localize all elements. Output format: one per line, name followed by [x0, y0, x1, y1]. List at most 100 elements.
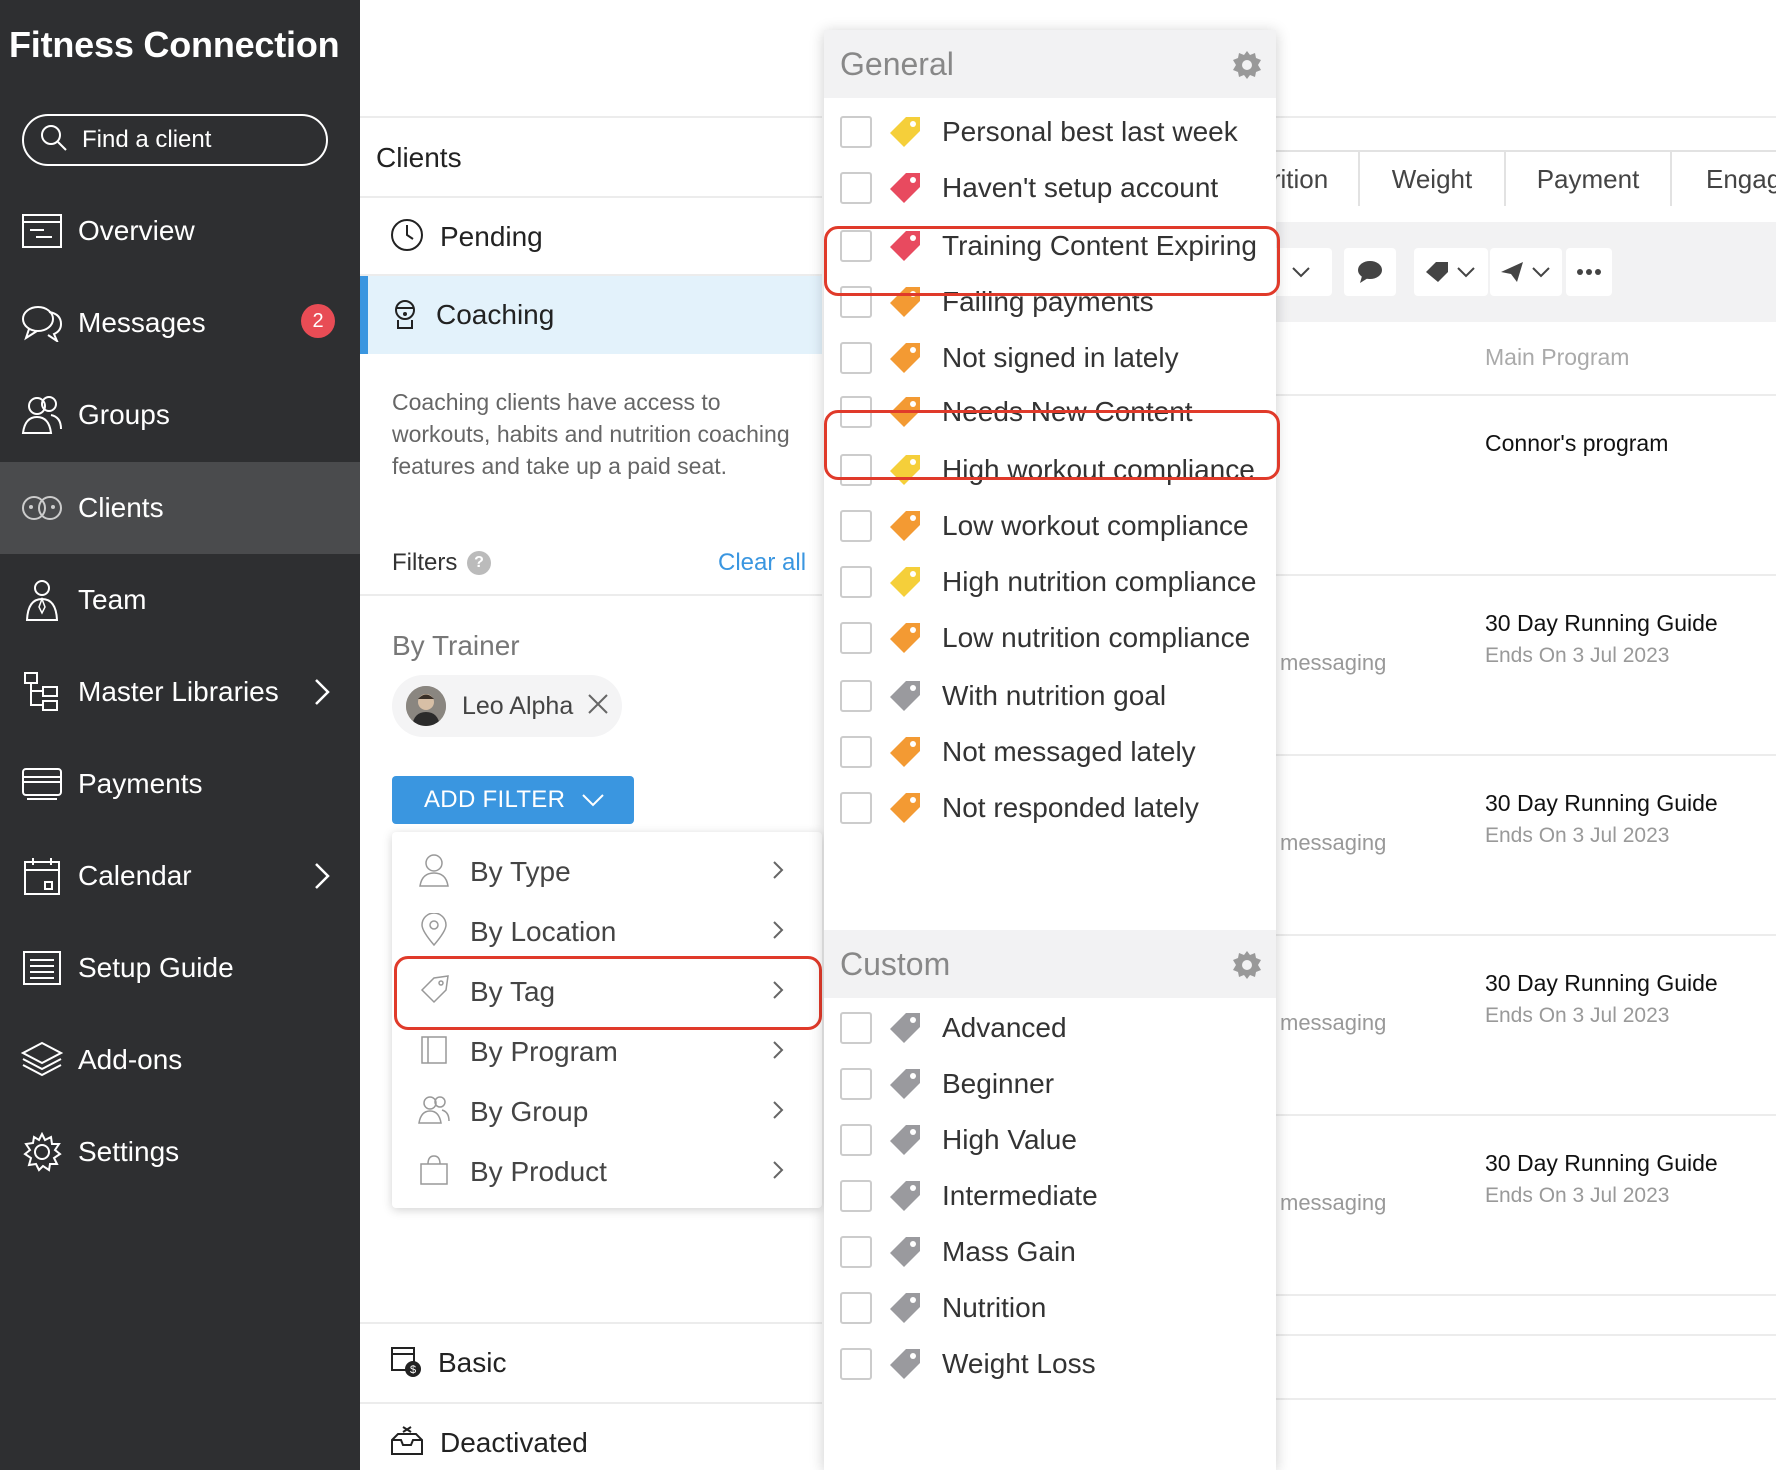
tag-checkbox[interactable] [840, 1348, 872, 1380]
help-icon[interactable]: ? [467, 551, 491, 575]
row-program: 30 Day Running Guide [1485, 610, 1718, 636]
status-pending[interactable]: Pending [360, 198, 822, 276]
tag-checkbox[interactable] [840, 1124, 872, 1156]
paper-plane-icon [1501, 262, 1550, 282]
tag-option-with-nutrition-goal[interactable]: With nutrition goal [824, 664, 1276, 728]
tag-option-low-workout-compliance[interactable]: Low workout compliance [824, 494, 1276, 558]
tag-option-not-messaged-lately[interactable]: Not messaged lately [824, 720, 1276, 784]
tag-checkbox[interactable] [840, 116, 872, 148]
nav-master-libraries[interactable]: Master Libraries [0, 646, 360, 738]
filter-by-group-label: By Group [470, 1096, 589, 1127]
status-coaching[interactable]: Coaching [360, 276, 822, 354]
chevron-right-icon [772, 860, 784, 885]
nav-setup-guide[interactable]: Setup Guide [0, 922, 360, 1014]
tag-option-haven-t-setup-account[interactable]: Haven't setup account [824, 156, 1276, 220]
tag-icon [888, 679, 922, 713]
tag-label: Beginner [942, 1068, 1055, 1099]
nav-groups[interactable]: Groups [0, 369, 360, 461]
tag-option-high-nutrition-compliance[interactable]: High nutrition compliance [824, 550, 1276, 614]
tag-option-advanced[interactable]: Advanced [824, 996, 1276, 1060]
chevron-right-icon [772, 1040, 784, 1065]
tag-option-intermediate[interactable]: Intermediate [824, 1164, 1276, 1228]
tab-weight[interactable]: Weight [1358, 150, 1506, 206]
tag-checkbox[interactable] [840, 510, 872, 542]
tag-icon [888, 115, 922, 149]
nav-addons[interactable]: Add-ons [0, 1014, 360, 1106]
tab-payment[interactable]: Payment [1504, 150, 1672, 206]
status-basic[interactable]: $ Basic [360, 1324, 822, 1402]
chat-bubble-icon [1358, 261, 1382, 283]
add-filter-button[interactable]: ADD FILTER [392, 776, 634, 824]
tag-option-nutrition[interactable]: Nutrition [824, 1276, 1276, 1340]
divider [360, 594, 822, 596]
messages-badge: 2 [301, 304, 335, 338]
filter-by-type-label: By Type [470, 856, 571, 887]
message-button[interactable] [1344, 248, 1396, 296]
divider [1270, 574, 1776, 576]
nav-overview[interactable]: Overview [0, 185, 360, 277]
gear-icon[interactable] [1232, 950, 1262, 985]
divider [1270, 1114, 1776, 1116]
find-client-search[interactable]: Find a client [22, 114, 328, 166]
close-icon[interactable] [587, 693, 609, 720]
tag-option-beginner[interactable]: Beginner [824, 1052, 1276, 1116]
tag-icon [888, 1235, 922, 1269]
clear-all-link[interactable]: Clear all [718, 549, 806, 577]
tag-icon [888, 791, 922, 825]
nav-team[interactable]: Team [0, 554, 360, 646]
filter-by-location[interactable]: By Location [392, 902, 822, 962]
filter-by-program[interactable]: By Program [392, 1022, 822, 1082]
row-end-date: Ends On 3 Jul 2023 [1485, 824, 1670, 847]
row-status: messaging [1280, 1010, 1387, 1035]
payments-icon [20, 762, 64, 806]
tag-option-mass-gain[interactable]: Mass Gain [824, 1220, 1276, 1284]
more-options-button[interactable] [1566, 248, 1612, 296]
highlight-by-tag [394, 956, 822, 1030]
tag-option-high-value[interactable]: High Value [824, 1108, 1276, 1172]
tab-engagement[interactable]: Engag [1670, 150, 1776, 206]
tag-checkbox[interactable] [840, 792, 872, 824]
filter-by-location-label: By Location [470, 916, 617, 947]
tag-checkbox[interactable] [840, 1180, 872, 1212]
tag-option-weight-loss[interactable]: Weight Loss [824, 1332, 1276, 1396]
tag-option-personal-best-last-week[interactable]: Personal best last week [824, 100, 1276, 164]
find-client-label: Find a client [82, 126, 212, 153]
tag-icon [888, 1291, 922, 1325]
nav-clients-label: Clients [78, 492, 164, 523]
nav-setup-guide-label: Setup Guide [78, 952, 234, 983]
tag-checkbox[interactable] [840, 680, 872, 712]
overview-icon [20, 209, 64, 253]
tag-checkbox[interactable] [840, 342, 872, 374]
tag-checkbox[interactable] [840, 172, 872, 204]
divider [360, 116, 822, 118]
book-icon [418, 1034, 450, 1071]
tag-checkbox[interactable] [840, 1012, 872, 1044]
nav-clients[interactable]: Clients [0, 462, 360, 554]
tag-checkbox[interactable] [840, 566, 872, 598]
tag-checkbox[interactable] [840, 1292, 872, 1324]
tag-checkbox[interactable] [840, 1236, 872, 1268]
more-icon [1577, 269, 1601, 275]
filter-by-product[interactable]: By Product [392, 1142, 822, 1202]
nav-overview-label: Overview [78, 215, 195, 246]
tag-checkbox[interactable] [840, 622, 872, 654]
nav-master-libraries-label: Master Libraries [78, 676, 279, 707]
nav-calendar[interactable]: Calendar [0, 830, 360, 922]
gear-icon[interactable] [1232, 50, 1262, 85]
client-table-area [1270, 0, 1776, 1470]
shopping-bag-icon [418, 1154, 450, 1191]
status-deactivated[interactable]: Deactivated [360, 1404, 822, 1470]
filter-by-group[interactable]: By Group [392, 1082, 822, 1142]
tag-checkbox[interactable] [840, 736, 872, 768]
nav-settings[interactable]: Settings [0, 1106, 360, 1198]
tag-option-not-responded-lately[interactable]: Not responded lately [824, 776, 1276, 840]
status-coaching-label: Coaching [436, 299, 555, 330]
nav-payments[interactable]: Payments [0, 738, 360, 830]
nav-settings-label: Settings [78, 1136, 180, 1167]
filter-by-type[interactable]: By Type [392, 842, 822, 902]
tag-checkbox[interactable] [840, 1068, 872, 1100]
send-action-button[interactable] [1490, 248, 1562, 296]
tag-option-low-nutrition-compliance[interactable]: Low nutrition compliance [824, 606, 1276, 670]
tag-icon [888, 1179, 922, 1213]
tag-action-button[interactable] [1414, 248, 1488, 296]
